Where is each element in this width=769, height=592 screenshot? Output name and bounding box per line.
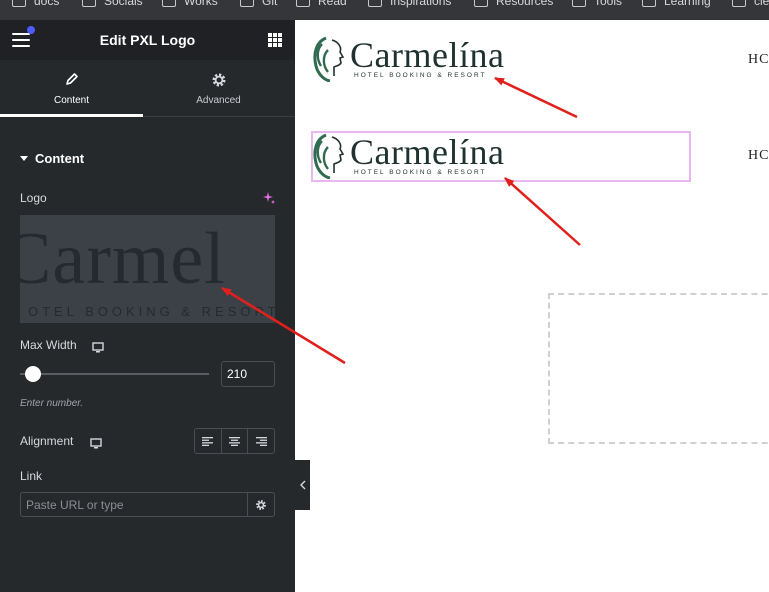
notification-dot — [27, 26, 35, 34]
screenshot-root: docs Socials Works Git Read Inspirations… — [0, 0, 769, 592]
link-url-input[interactable] — [20, 492, 248, 517]
bookmark-folder[interactable]: Works — [162, 0, 218, 11]
folder-icon — [296, 0, 310, 7]
align-center-button[interactable] — [220, 429, 248, 453]
tab-content[interactable]: Content — [0, 60, 143, 117]
panel-tabs: Content Advanced — [0, 60, 295, 117]
folder-icon — [240, 0, 254, 7]
bookmark-folder[interactable]: Read — [296, 0, 347, 11]
align-right-button[interactable] — [247, 429, 274, 453]
caret-down-icon — [20, 155, 28, 161]
max-width-slider-track[interactable] — [20, 373, 209, 375]
nav-menu-item[interactable]: HC — [748, 148, 769, 164]
link-options-button[interactable] — [247, 492, 275, 517]
alignment-control — [194, 428, 275, 454]
collapse-panel-button[interactable] — [295, 460, 310, 510]
bookmark-folder[interactable]: Learning — [642, 0, 711, 11]
bookmark-folder[interactable]: Inspirations — [368, 0, 451, 11]
logo-wordmark: Carmelína — [350, 35, 505, 75]
align-right-icon — [255, 436, 267, 446]
editor-panel: Edit PXL Logo Content Advanced Content L… — [0, 20, 295, 592]
folder-icon — [162, 0, 176, 7]
max-width-number-input[interactable] — [221, 361, 275, 387]
selected-logo-widget[interactable]: Carmelína HOTEL BOOKING & RESORT — [312, 132, 527, 181]
bookmark-folder[interactable]: Tools — [572, 0, 622, 11]
nav-menu-item[interactable]: HC — [748, 52, 769, 68]
logo-tagline: HOTEL BOOKING & RESORT — [354, 169, 487, 176]
folder-icon — [572, 0, 586, 7]
menu-hamburger-icon[interactable] — [12, 26, 35, 47]
folder-icon — [82, 0, 96, 7]
panel-header: Edit PXL Logo — [0, 20, 295, 60]
folder-icon — [12, 0, 26, 7]
link-label: Link — [20, 469, 43, 483]
gear-icon — [147, 72, 290, 90]
folder-icon — [368, 0, 382, 7]
widgets-grid-icon[interactable] — [268, 33, 282, 47]
max-width-slider-thumb[interactable] — [25, 366, 41, 382]
leaf-face-logo-icon — [313, 36, 345, 82]
section-toggle-content[interactable]: Content — [20, 150, 84, 166]
desktop-monitor-icon[interactable] — [90, 436, 102, 449]
align-center-icon — [229, 436, 240, 446]
bookmarks-bar: docs Socials Works Git Read Inspirations… — [0, 0, 769, 20]
logo-tagline: HOTEL BOOKING & RESORT — [354, 72, 487, 79]
align-left-icon — [202, 436, 214, 446]
pencil-icon — [0, 72, 143, 90]
bookmark-folder[interactable]: Resources — [474, 0, 553, 11]
bookmark-folder[interactable]: Git — [240, 0, 277, 11]
logo-media-preview[interactable]: Carmel OTEL BOOKING & RESORT — [20, 215, 275, 323]
panel-title: Edit PXL Logo — [99, 32, 196, 48]
gear-icon — [256, 499, 266, 510]
align-left-button[interactable] — [195, 429, 221, 453]
logo-label: Logo — [20, 191, 47, 205]
leaf-face-logo-icon — [313, 133, 345, 179]
max-width-label: Max Width — [20, 338, 77, 352]
folder-icon — [474, 0, 488, 7]
tab-advanced[interactable]: Advanced — [147, 60, 290, 117]
alignment-label: Alignment — [20, 434, 74, 448]
annotation-arrow — [504, 177, 581, 246]
empty-drop-area[interactable] — [548, 293, 769, 444]
bookmark-folder[interactable]: docs — [12, 0, 59, 11]
max-width-hint: Enter number. — [20, 398, 83, 409]
chevron-left-icon — [299, 480, 305, 490]
folder-icon — [642, 0, 656, 7]
header-logo[interactable]: Carmelína HOTEL BOOKING & RESORT — [312, 35, 527, 84]
bookmark-folder[interactable]: Socials — [82, 0, 143, 11]
bookmark-folder[interactable]: cle — [732, 0, 769, 11]
ai-sparkle-icon[interactable] — [262, 191, 276, 205]
folder-icon — [732, 0, 746, 7]
desktop-monitor-icon[interactable] — [92, 340, 104, 353]
logo-wordmark: Carmelína — [350, 132, 505, 172]
